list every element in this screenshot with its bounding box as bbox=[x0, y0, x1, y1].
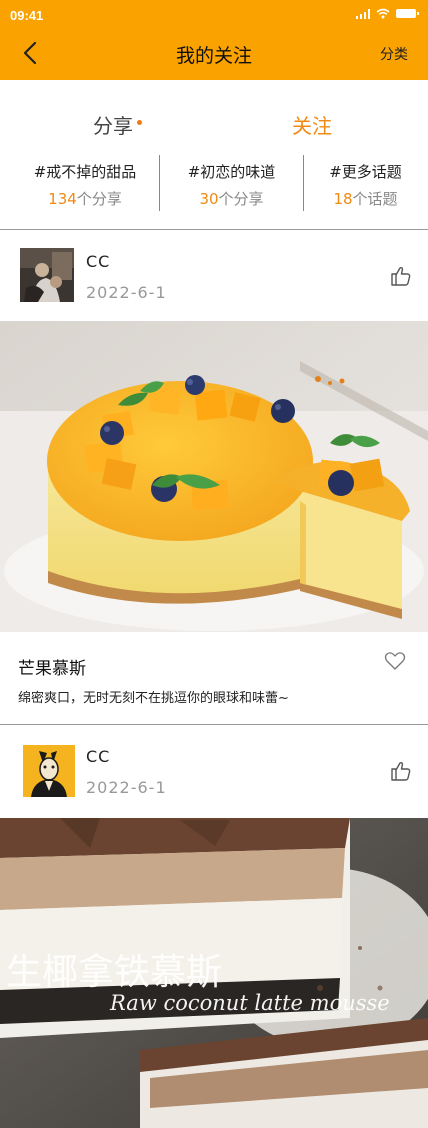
topic-count: 134个分享 bbox=[48, 190, 122, 208]
divider bbox=[0, 724, 428, 725]
username[interactable]: CC bbox=[86, 747, 110, 766]
heart-icon[interactable] bbox=[384, 650, 406, 672]
tab-bar: 分享 关注 bbox=[0, 110, 428, 140]
avatar[interactable] bbox=[23, 745, 75, 797]
topic-row: #戒不掉的甜品 134个分享 #初恋的味道 30个分享 #更多话题 18个话题 bbox=[0, 155, 428, 211]
post-date: 2022-6-1 bbox=[86, 778, 167, 797]
username[interactable]: CC bbox=[86, 252, 110, 271]
topic-count: 30个分享 bbox=[199, 190, 264, 208]
avatar-illustration bbox=[23, 745, 75, 797]
mango-mousse-photo bbox=[0, 321, 428, 632]
topic-item[interactable]: #初恋的味道 30个分享 bbox=[160, 155, 303, 211]
topic-name: #更多话题 bbox=[329, 163, 402, 181]
post-image[interactable] bbox=[0, 321, 428, 632]
topic-name: #戒不掉的甜品 bbox=[33, 163, 137, 181]
thumbs-up-icon[interactable] bbox=[390, 265, 412, 287]
top-bar: 09:41 我的关注 分类 bbox=[0, 0, 428, 80]
tab-share[interactable]: 分享 bbox=[93, 110, 142, 139]
post-title: 芒果慕斯 bbox=[18, 659, 86, 679]
page-title: 我的关注 bbox=[175, 45, 252, 67]
overlay-title-en: Raw coconut latte mousse bbox=[109, 991, 390, 1015]
coconut-latte-mousse-photo: 生椰拿铁慕斯 Raw coconut latte mousse bbox=[0, 818, 428, 1128]
avatar[interactable] bbox=[20, 248, 74, 302]
wifi-icon bbox=[376, 8, 390, 19]
status-icons bbox=[355, 8, 419, 19]
post-image[interactable]: 生椰拿铁慕斯 Raw coconut latte mousse bbox=[0, 818, 428, 1128]
divider bbox=[0, 229, 428, 230]
tab-share-label: 分享 bbox=[93, 114, 133, 138]
post-date: 2022-6-1 bbox=[86, 283, 167, 302]
unread-dot bbox=[137, 120, 142, 125]
signal-icon bbox=[355, 8, 370, 19]
status-time: 09:41 bbox=[10, 8, 44, 23]
topic-item[interactable]: #更多话题 18个话题 bbox=[303, 155, 428, 211]
category-button[interactable]: 分类 bbox=[380, 44, 408, 64]
topic-item[interactable]: #戒不掉的甜品 134个分享 bbox=[10, 155, 160, 211]
battery-icon bbox=[396, 9, 419, 18]
tab-follow[interactable]: 关注 bbox=[292, 110, 332, 139]
topic-count: 18个话题 bbox=[333, 190, 398, 208]
overlay-title-cn: 生椰拿铁慕斯 bbox=[6, 952, 222, 993]
avatar-photo bbox=[20, 248, 74, 302]
post-description: 绵密爽口，无时无刻不在挑逗你的眼球和味蕾~ bbox=[18, 691, 289, 706]
thumbs-up-icon[interactable] bbox=[390, 760, 412, 782]
topic-name: #初恋的味道 bbox=[187, 163, 276, 181]
